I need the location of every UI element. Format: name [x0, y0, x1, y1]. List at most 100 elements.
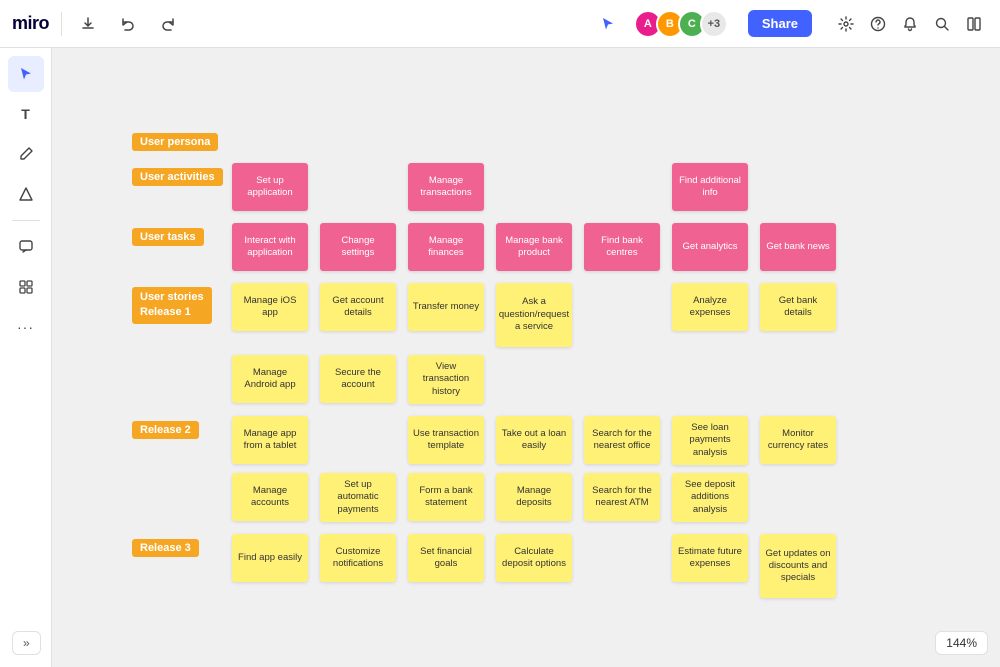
- notifications-icon[interactable]: [896, 10, 924, 38]
- user-tasks-label-col: User tasks: [132, 223, 232, 246]
- release1-row2: Manage Android app Secure the account Vi…: [132, 355, 840, 404]
- col-5: See deposit additions analysis: [672, 473, 752, 522]
- r2-use-transaction-template[interactable]: Use transaction template: [408, 416, 484, 464]
- cursor-mode-icon[interactable]: [594, 10, 622, 38]
- r2-search-nearest-atm[interactable]: Search for the nearest ATM: [584, 473, 660, 521]
- col-1: [320, 416, 400, 464]
- r3-calculate-deposit[interactable]: Calculate deposit options: [496, 534, 572, 582]
- undo-button[interactable]: [114, 10, 142, 38]
- col-1: Secure the account: [320, 355, 400, 403]
- r2-manage-accounts[interactable]: Manage accounts: [232, 473, 308, 521]
- panel-toggle-button[interactable]: »: [12, 631, 41, 655]
- col-2: Manage transactions: [408, 163, 488, 211]
- export-button[interactable]: [74, 10, 102, 38]
- r3-customize-notifications[interactable]: Customize notifications: [320, 534, 396, 582]
- nav-icons: [832, 10, 988, 38]
- col-5: See loan payments analysis: [672, 416, 752, 465]
- col-4: [584, 283, 664, 331]
- user-activities-label-col: User activities: [132, 163, 232, 186]
- r1-manage-ios[interactable]: Manage iOS app: [232, 283, 308, 331]
- release2-row2: Manage accounts Set up automatic payment…: [132, 473, 840, 522]
- task-card-manage-finances[interactable]: Manage finances: [408, 223, 484, 271]
- select-tool[interactable]: [8, 56, 44, 92]
- col-1: Customize notifications: [320, 534, 400, 582]
- col-2: Transfer money: [408, 283, 488, 331]
- user-activities-cards: Set up application Manage transactions: [232, 163, 840, 211]
- task-card-get-bank-news[interactable]: Get bank news: [760, 223, 836, 271]
- r1-transfer-money[interactable]: Transfer money: [408, 283, 484, 331]
- pen-tool[interactable]: [8, 136, 44, 172]
- r1-analyze-expenses[interactable]: Analyze expenses: [672, 283, 748, 331]
- col-0: Manage accounts: [232, 473, 312, 521]
- r1-secure-account[interactable]: Secure the account: [320, 355, 396, 403]
- col-2: Manage finances: [408, 223, 488, 271]
- task-card-change-settings[interactable]: Change settings: [320, 223, 396, 271]
- r3-get-updates[interactable]: Get updates on discounts and specials: [760, 534, 836, 598]
- col-2: Use transaction template: [408, 416, 488, 464]
- col-3: Manage bank product: [496, 223, 576, 271]
- task-card-get-analytics[interactable]: Get analytics: [672, 223, 748, 271]
- r2-monitor-currency[interactable]: Monitor currency rates: [760, 416, 836, 464]
- col-6: [760, 163, 840, 211]
- r1-manage-android[interactable]: Manage Android app: [232, 355, 308, 403]
- release1-row2-cards: Manage Android app Secure the account Vi…: [232, 355, 488, 404]
- activity-card-find-additional-info[interactable]: Find additional info: [672, 163, 748, 211]
- left-toolbar: T ···: [0, 48, 52, 667]
- comment-tool[interactable]: [8, 229, 44, 265]
- r2-set-up-payments[interactable]: Set up automatic payments: [320, 473, 396, 522]
- r2-take-out-loan[interactable]: Take out a loan easily: [496, 416, 572, 464]
- redo-button[interactable]: [154, 10, 182, 38]
- user-persona-label: User persona: [132, 133, 218, 151]
- text-tool[interactable]: T: [8, 96, 44, 132]
- user-persona-row: User persona: [132, 128, 840, 151]
- col-3: Calculate deposit options: [496, 534, 576, 582]
- col-2: View transaction history: [408, 355, 488, 404]
- col-6: Monitor currency rates: [760, 416, 840, 464]
- r2-see-loan-analysis[interactable]: See loan payments analysis: [672, 416, 748, 465]
- release1-row1: User stories Release 1 Manage iOS app Ge…: [132, 283, 840, 347]
- r3-find-app[interactable]: Find app easily: [232, 534, 308, 582]
- r1-ask-question[interactable]: Ask a question/request a service: [496, 283, 572, 347]
- release2-row1-cards: Manage app from a tablet Use transaction…: [232, 416, 840, 465]
- release3-row1: Release 3 Find app easily Customize noti…: [132, 534, 840, 598]
- task-card-manage-bank-product[interactable]: Manage bank product: [496, 223, 572, 271]
- r3-estimate-expenses[interactable]: Estimate future expenses: [672, 534, 748, 582]
- r1-get-bank-details[interactable]: Get bank details: [760, 283, 836, 331]
- topbar-separator: [61, 12, 62, 36]
- col-4: Search for the nearest ATM: [584, 473, 664, 521]
- activity-card-set-up-app[interactable]: Set up application: [232, 163, 308, 211]
- r2-manage-deposits[interactable]: Manage deposits: [496, 473, 572, 521]
- r2-manage-app-tablet[interactable]: Manage app from a tablet: [232, 416, 308, 464]
- toolbar-separator: [12, 220, 40, 221]
- share-button[interactable]: Share: [748, 10, 812, 37]
- settings-icon[interactable]: [832, 10, 860, 38]
- col-3: [496, 163, 576, 211]
- activity-card-manage-transactions[interactable]: Manage transactions: [408, 163, 484, 211]
- r3-set-financial-goals[interactable]: Set financial goals: [408, 534, 484, 582]
- task-card-interact[interactable]: Interact with application: [232, 223, 308, 271]
- help-icon[interactable]: [864, 10, 892, 38]
- col-3: Manage deposits: [496, 473, 576, 521]
- r1-get-account-details[interactable]: Get account details: [320, 283, 396, 331]
- r1-view-transaction-history[interactable]: View transaction history: [408, 355, 484, 404]
- r2-form-bank-statement[interactable]: Form a bank statement: [408, 473, 484, 521]
- search-icon[interactable]: [928, 10, 956, 38]
- pages-icon[interactable]: [960, 10, 988, 38]
- release2-row2-cards: Manage accounts Set up automatic payment…: [232, 473, 752, 522]
- col-0: Interact with application: [232, 223, 312, 271]
- user-tasks-label: User tasks: [132, 228, 204, 246]
- more-tools[interactable]: ···: [8, 309, 44, 345]
- user-activities-row: User activities Set up application Manag…: [132, 163, 840, 211]
- col-4: Find bank centres: [584, 223, 664, 271]
- board-content: User persona User activities Set up appl…: [132, 128, 840, 610]
- task-card-find-bank-centres[interactable]: Find bank centres: [584, 223, 660, 271]
- shape-tool[interactable]: [8, 176, 44, 212]
- user-tasks-cards: Interact with application Change setting…: [232, 223, 840, 271]
- col-6: Get bank news: [760, 223, 840, 271]
- col-5: Find additional info: [672, 163, 752, 211]
- r2-see-deposit-analysis[interactable]: See deposit additions analysis: [672, 473, 748, 522]
- r2-search-nearest-office[interactable]: Search for the nearest office: [584, 416, 660, 464]
- col-0: Find app easily: [232, 534, 312, 582]
- release3-label-col: Release 3: [132, 534, 232, 557]
- grid-tool[interactable]: [8, 269, 44, 305]
